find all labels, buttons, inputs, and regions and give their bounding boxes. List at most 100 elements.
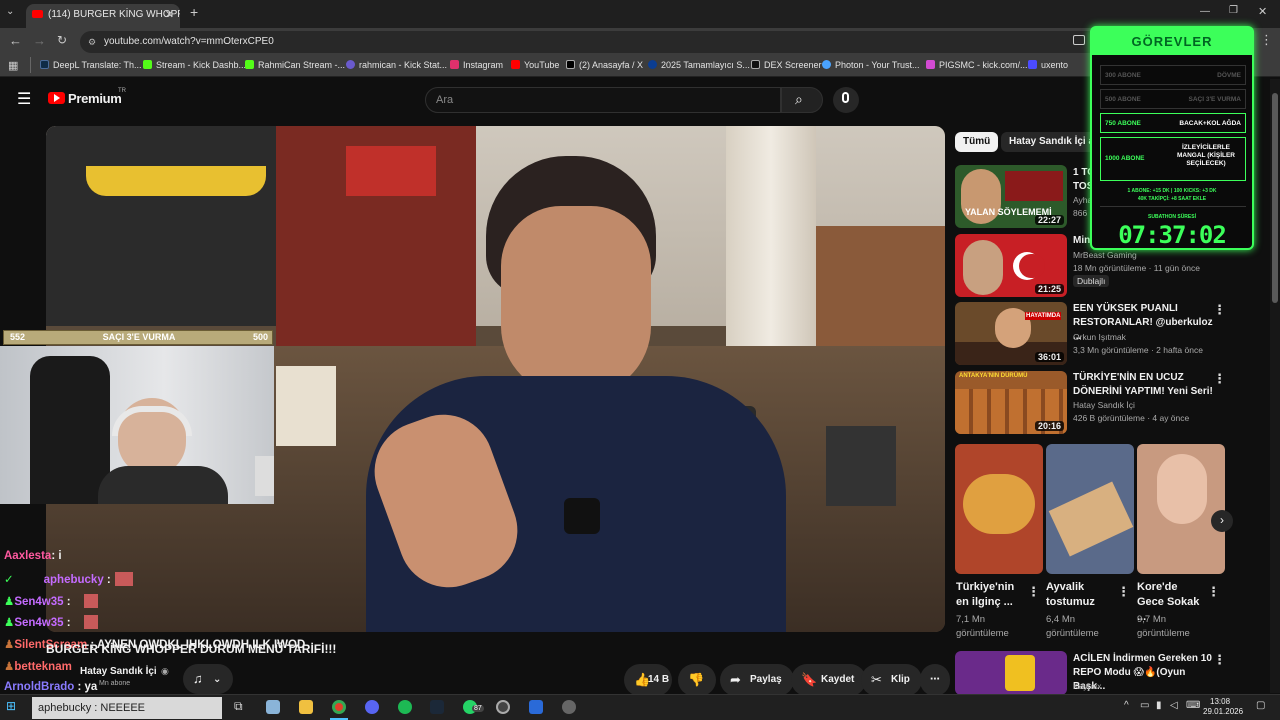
bookmark-rahmican-stream[interactable]: RahmiCan Stream -... [245,60,345,70]
bookmark-2025[interactable]: 2025 Tamamlayıcı S... [648,60,750,70]
volume-icon[interactable]: ◁ [1170,700,1178,711]
badge-icon: ♟ [4,596,15,608]
short-thumbnail[interactable] [1137,444,1225,574]
tasks-divider [1100,206,1246,207]
related-title[interactable]: TÜRKİYE'NİN EN UCUZ DÖNERİNİ YAPTIM! Yen… [1073,371,1213,399]
restore-icon[interactable]: ❐ [1229,5,1238,16]
reload-icon[interactable]: ↻ [57,33,67,47]
bookmark-uxento[interactable]: uxento [1028,60,1068,70]
app-icon[interactable] [529,700,543,714]
minimize-icon[interactable]: — [1200,6,1210,17]
dislike-button[interactable]: 👎 [678,664,716,696]
bookmark-pigsmc[interactable]: PIGSMC - kick.com/... [926,60,1028,70]
youtube-favicon-icon [32,10,43,18]
save-button[interactable]: 🔖 Kaydet [791,664,867,696]
more-options-icon[interactable]: ⋮ [1117,584,1130,600]
bookmark-youtube[interactable]: YouTube [511,60,559,70]
short-thumbnail[interactable] [1046,444,1134,574]
language-icon[interactable]: ⌨ [1186,700,1200,711]
like-button[interactable]: 👍 14 B [624,664,672,696]
dubbed-badge: Dublajlı [1073,275,1110,287]
short-thumbnail[interactable] [955,444,1043,574]
network-icon[interactable]: ▭ [1140,700,1149,711]
related-thumbnail[interactable]: YALAN SÖYLEMEMİ 22:27 [955,165,1067,228]
notification-icon[interactable]: ▢ [1256,700,1265,711]
new-tab-icon[interactable]: + [190,4,198,20]
microphone-icon [842,92,849,103]
more-options-icon[interactable]: ⋮ [1207,584,1220,600]
clock-time[interactable]: 13:08 [1210,697,1230,706]
share-button[interactable]: ➦ Paylaş [720,664,794,696]
kick-icon [143,60,152,69]
scrollbar-thumb[interactable] [1272,93,1278,303]
bookmark-dex-screener[interactable]: DEX Screener [751,60,822,70]
bookmark-kick-dashboard[interactable]: Stream - Kick Dashb... [143,60,246,70]
bookmark-x[interactable]: (2) Anasayfa / X [566,60,643,70]
app-icon[interactable] [496,700,510,714]
url-field[interactable]: ⚙ youtube.com/watch?v=mmOterxCPE0 [80,31,1100,53]
youtube-header: ☰ Premium TR Ara ⌕ [0,77,1280,123]
short-title[interactable]: Ayvalik tostumuz [1046,580,1116,610]
more-options-icon[interactable]: ⋮ [1027,584,1040,600]
spotify-icon[interactable] [398,700,412,714]
thumb-text: ANTAKYA'NIN DÜRÜMÜ [959,373,1028,379]
flag-cutout [1019,254,1045,278]
clock-date[interactable]: 29.01.2026 [1203,707,1243,716]
related-thumbnail[interactable]: HAYATIMDA 36:01 [955,302,1067,365]
related-thumbnail[interactable] [955,651,1067,695]
logo-text[interactable]: Premium [68,91,122,106]
url-text: youtube.com/watch?v=mmOterxCPE0 [104,36,274,47]
chat-message: ✓ aphebucky : [4,572,133,586]
task-view-icon[interactable]: ⧉ [234,699,243,714]
page-scrollbar[interactable] [1270,79,1280,693]
channel-name[interactable]: Hatay Sandık İçi [80,666,157,677]
more-options-icon[interactable]: ⋮ [1213,652,1226,668]
active-tab[interactable]: (114) BURGER KİNG WHOPPER ✕ [26,4,180,28]
menu-icon[interactable]: ⋮ [1260,32,1273,48]
forward-icon[interactable]: → [33,33,46,48]
related-thumbnail[interactable]: 21:25 [955,234,1067,297]
more-options-icon[interactable]: ⋮ [1213,371,1226,387]
clip-button[interactable]: ✂ Klip [861,664,922,696]
bookmark-icon: 🔖 [801,672,818,687]
notification-bell-button[interactable]: ♫ ⌄ [183,664,233,694]
apps-grid-icon[interactable]: ▦ [8,59,18,72]
tab-search-icon[interactable]: ⌄ [6,6,14,17]
related-channel[interactable]: Hatay Sandık İçi [1073,400,1135,410]
app-icon[interactable] [562,700,576,714]
search-button[interactable]: ⌕ [781,87,823,113]
chrome-icon[interactable] [332,700,346,714]
related-channel[interactable]: MrBeast Gaming [1073,250,1137,260]
bookmark-instagram[interactable]: Instagram [450,60,503,70]
chip-all[interactable]: Tümü [955,132,999,152]
tab-close-icon[interactable]: ✕ [165,4,174,26]
back-icon[interactable]: ← [9,33,22,48]
search-input[interactable]: Ara [425,87,781,113]
start-icon[interactable]: ⊞ [6,699,16,713]
folder-icon[interactable] [299,700,313,714]
cast-icon[interactable] [1073,35,1085,45]
window-close-icon[interactable]: ✕ [1258,5,1267,18]
hamburger-menu-icon[interactable]: ☰ [17,89,31,109]
more-actions-button[interactable]: ⋯ [920,664,950,696]
voice-search-button[interactable] [833,87,859,113]
discord-icon[interactable] [365,700,379,714]
file-explorer-icon[interactable] [266,700,280,714]
badge-icon: ♟ [4,639,15,651]
site-info-icon[interactable]: ⚙ [88,31,96,53]
bookmark-divider [30,57,31,73]
more-options-icon[interactable]: ⋮ [1213,302,1226,318]
bookmark-kick-stats[interactable]: rahmican - Kick Stat... [346,60,447,70]
bookmark-photon[interactable]: Photon - Your Trust... [822,60,920,70]
shorts-next-icon[interactable]: › [1211,510,1233,532]
bookmark-deepl[interactable]: DeepL Translate: Th... [40,60,142,70]
related-channel[interactable]: Orkun Işıtmak [1073,332,1126,342]
tray-chevron-icon[interactable]: ^ [1124,700,1129,711]
thumbs-up-icon: 👍 [634,672,651,687]
short-title[interactable]: Türkiye'nin en ilginç ... [956,580,1026,610]
microphone-tray-icon[interactable]: ▮ [1156,700,1162,711]
progress-goal: 500 [252,332,268,342]
related-thumbnail[interactable]: ANTAKYA'NIN DÜRÜMÜ 20:16 [955,371,1067,434]
related-channel[interactable]: Kayraix [1073,681,1101,691]
steam-icon[interactable] [430,700,444,714]
